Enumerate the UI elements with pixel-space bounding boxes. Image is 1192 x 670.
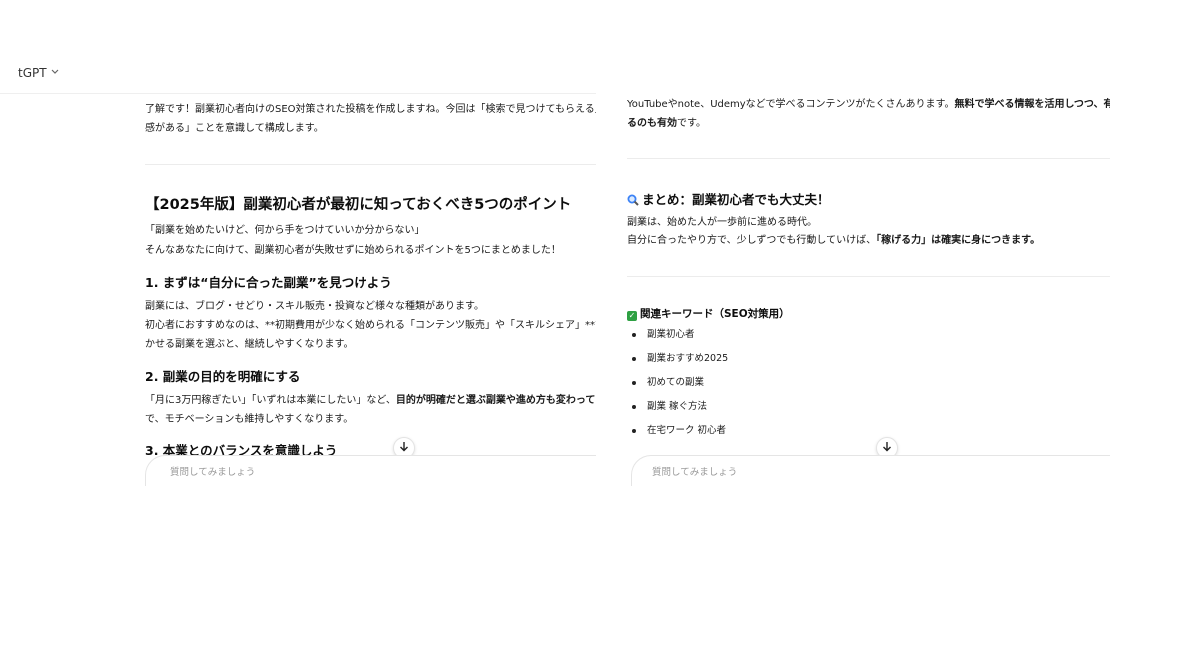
right-top-text-2: です。 [677,118,706,129]
summary-line-2: 自分に合ったやり方で、少しずつでも行動していけば、「稼げる力」は確実に身につきま… [627,232,1040,251]
message-input[interactable] [650,466,954,479]
list-item: 副業おすすめ2025 [627,347,728,371]
lead-line-1: 「副業を始めたいけど、何から手をつけていいか分からない」 [145,225,425,236]
section-1-line-2: 初心者におすすめなのは、**初期費用が少なく始められる「コンテンツ販売」や「スキ… [145,320,596,331]
section-1-line-3: かせる副業を選ぶと、継続しやすくなります。 [145,339,354,350]
arrow-down-icon [882,441,892,455]
magnifier-icon [627,194,639,209]
section-2-line-2: で、モチベーションも維持しやすくなります。 [145,414,354,425]
section-1-line-1: 副業には、ブログ・せどり・スキル販売・投資など様々な種類があります。 [145,301,484,312]
section-2-bold: 目的が明確だと選ぶ副業や進め方も変わってきます。 [395,395,596,406]
divider [627,276,1110,277]
chat-panel-left: 了解です！副業初心者向けのSEO対策された投稿を作成しますね。今回は「検索で見つ… [0,94,596,486]
chevron-down-icon [51,68,59,78]
keywords-heading: ✓ 関連キーワード（SEO対策用） [627,306,790,321]
message-composer[interactable] [631,455,1110,486]
keyword-list: 副業初心者 副業おすすめ2025 初めての副業 副業 稼ぐ方法 在宅ワーク 初心… [627,323,728,443]
summary-text: 自分に合ったやり方で、少しずつでも行動していけば、 [627,235,877,246]
chat-title-dropdown[interactable]: tGPT [18,66,59,80]
arrow-down-icon [399,441,409,455]
summary-heading-text: まとめ：副業初心者でも大丈夫！ [642,192,830,207]
intro-line-2: 感がある」ことを意識して構成します。 [145,123,324,134]
keywords-heading-text: 関連キーワード（SEO対策用） [640,308,790,320]
section-2-line-1: 「月に3万円稼ぎたい」「いずれは本業にしたい」など、目的が明確だと選ぶ副業や進め… [145,392,596,411]
lead-line-2: そんなあなたに向けて、副業初心者が失敗せずに始められるポイントを5つにまとめまし… [145,245,561,256]
summary-line-1: 副業は、始めた人が一歩前に進める時代。 [627,217,817,228]
intro-line-1: 了解です！副業初心者向けのSEO対策された投稿を作成しますね。今回は「検索で見つ… [145,104,596,115]
right-top-bold: 無料で学べる情報を活用しつつ、有料教材に投 [954,99,1110,110]
message-composer[interactable] [145,455,596,486]
section-2-text: 「月に3万円稼ぎたい」「いずれは本業にしたい」など、 [145,395,396,406]
right-top-text: YouTubeやnote、Udemyなどで学べるコンテンツがたくさんあります。 [627,99,955,110]
chat-title: tGPT [18,66,47,80]
section-2-heading: 2. 副業の目的を明確にする [145,369,301,384]
summary-bold: 「稼げる力」は確実に身につきます。 [876,235,1041,246]
list-item: 副業初心者 [627,323,728,347]
divider [145,164,596,165]
check-mark-icon: ✓ [627,311,637,321]
right-top-line-1: YouTubeやnote、Udemyなどで学べるコンテンツがたくさんあります。無… [627,96,1110,115]
list-item: 副業 稼ぐ方法 [627,395,728,419]
chat-panel-right: YouTubeやnote、Udemyなどで学べるコンテンツがたくさんあります。無… [597,94,1110,486]
section-1-heading: 1. まずは“自分に合った副業”を見つけよう [145,275,392,290]
right-top-bold-2: るのも有効 [627,118,677,129]
right-top-line-2: るのも有効です。 [627,115,706,134]
list-item: 初めての副業 [627,371,728,395]
post-title: 【2025年版】副業初心者が最初に知っておくべき5つのポイント [145,197,572,213]
list-item: 在宅ワーク 初心者 [627,419,728,443]
message-input[interactable] [168,466,472,479]
summary-heading: まとめ：副業初心者でも大丈夫！ [627,189,830,209]
divider [627,158,1110,159]
